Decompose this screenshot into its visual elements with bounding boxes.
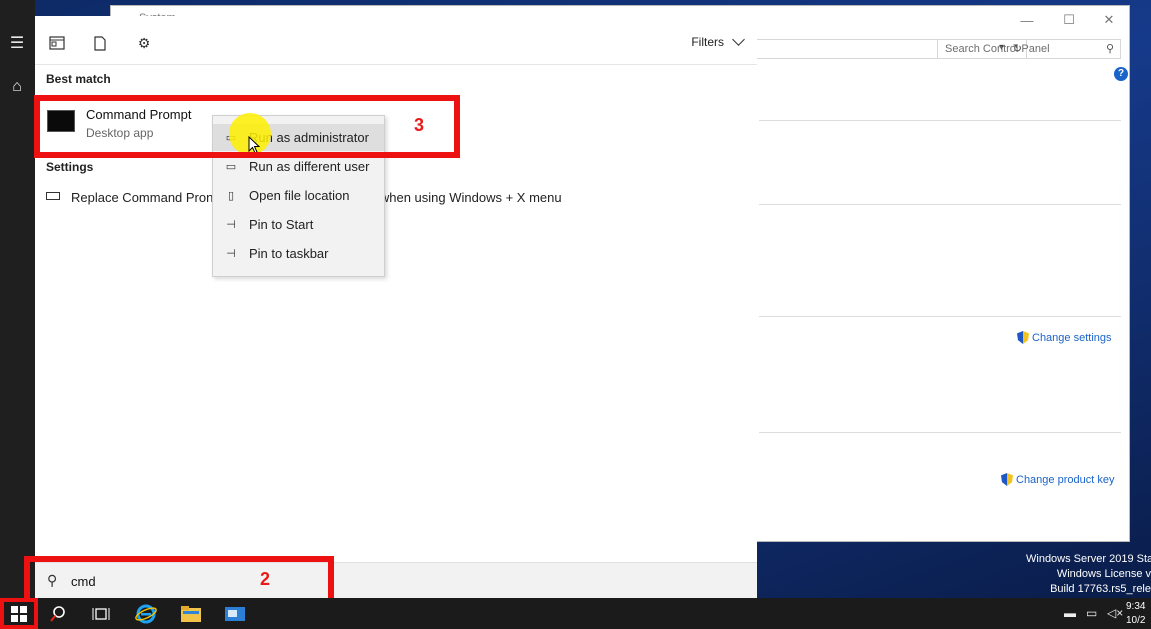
task-view-icon[interactable] <box>87 602 115 626</box>
menu-item-label: Run as different user <box>249 159 370 174</box>
divider <box>759 120 1121 121</box>
settings-tab-gear-icon[interactable]: ⚙ <box>133 33 155 53</box>
hamburger-menu-icon[interactable]: ☰ <box>5 31 29 55</box>
taskbar: ▬ ▭ ◁× 9:34 10/2 <box>0 598 1151 629</box>
divider <box>759 432 1121 433</box>
maximize-button[interactable]: ☐ <box>1049 9 1089 31</box>
settings-label-head: Replace Command Pron <box>71 190 214 205</box>
change-product-key-link[interactable]: Change product key <box>1001 473 1114 486</box>
close-button[interactable]: ✕ <box>1089 9 1129 31</box>
network-adapter-icon[interactable]: ▬ <box>1064 606 1076 620</box>
watermark-line-2: Windows License v <box>1056 568 1151 580</box>
menu-item-label: Open file location <box>249 188 350 203</box>
search-icon[interactable]: ⚲ <box>1106 42 1114 55</box>
control-panel-search-input[interactable]: Search Control Panel ⚲ <box>937 39 1121 59</box>
uac-shield-icon <box>1017 331 1029 344</box>
menu-item-pin-to-taskbar[interactable]: ⊣ Pin to taskbar <box>213 240 384 267</box>
change-product-key-label: Change product key <box>1016 473 1115 486</box>
annotation-number-2: 2 <box>260 569 271 589</box>
annotation-number-3: 3 <box>414 115 425 135</box>
change-settings-link[interactable]: Change settings <box>1017 331 1112 344</box>
windows-logo-icon <box>11 605 27 622</box>
divider <box>759 204 1121 205</box>
windows-watermark: Windows Server 2019 Star Windows License… <box>1026 552 1151 597</box>
pin-icon: ⊣ <box>226 248 236 260</box>
network-icon[interactable]: ▭ <box>1086 606 1097 620</box>
folder-icon: ▯ <box>227 190 235 202</box>
menu-item-label: Pin to taskbar <box>249 246 329 261</box>
search-placeholder: Search Control Panel <box>945 43 1050 55</box>
monitor-icon <box>46 192 60 200</box>
pin-icon: ⊣ <box>226 219 236 231</box>
annotation-box-step-2 <box>24 556 334 604</box>
internet-explorer-icon[interactable] <box>132 602 160 626</box>
clock-date: 10/2 <box>1126 615 1146 626</box>
taskbar-search-icon[interactable] <box>44 602 72 626</box>
minimize-button[interactable]: — <box>1007 9 1047 31</box>
user-run-icon: ▭ <box>225 161 237 173</box>
clock-time: 9:34 <box>1126 601 1146 612</box>
search-scope-bar: ⚙ Filters <box>35 16 757 65</box>
menu-item-open-file-location[interactable]: ▯ Open file location <box>213 182 384 209</box>
chevron-down-icon <box>732 33 745 46</box>
settings-header: Settings <box>46 160 94 174</box>
home-icon[interactable]: ⌂ <box>5 75 29 99</box>
watermark-line-1: Windows Server 2019 Star <box>1026 553 1151 565</box>
change-settings-label: Change settings <box>1032 331 1112 344</box>
start-menu-rail: ☰ ⌂ <box>0 0 35 598</box>
annotation-box-step-3 <box>34 95 460 158</box>
file-explorer-icon[interactable] <box>177 602 205 626</box>
menu-item-pin-to-start[interactable]: ⊣ Pin to Start <box>213 211 384 238</box>
server-manager-icon[interactable] <box>221 602 249 626</box>
start-button[interactable] <box>0 598 38 629</box>
filters-label: Filters <box>691 35 724 49</box>
documents-tab-icon[interactable] <box>89 33 111 53</box>
divider <box>759 316 1121 317</box>
volume-muted-icon[interactable]: ◁× <box>1107 606 1123 620</box>
settings-label-tail: l when using Windows + X menu <box>373 190 562 205</box>
clock[interactable]: 9:34 10/2 <box>1126 600 1145 628</box>
apps-tab-icon[interactable] <box>46 33 68 53</box>
watermark-line-3: Build 17763.rs5_rele <box>1050 583 1151 595</box>
filters-dropdown[interactable]: Filters <box>691 33 745 49</box>
best-match-header: Best match <box>46 72 111 86</box>
help-icon[interactable]: ? <box>1114 67 1128 81</box>
uac-shield-icon <box>1001 473 1013 486</box>
menu-item-label: Pin to Start <box>249 217 314 232</box>
